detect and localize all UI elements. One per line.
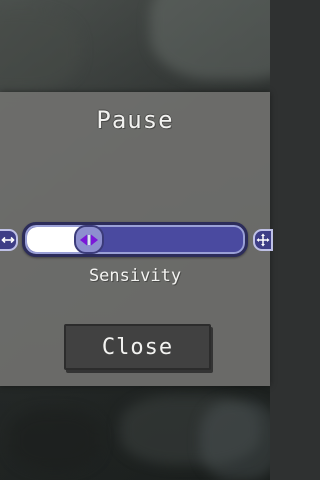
background-blur (150, 0, 270, 80)
left-right-arrows-icon (79, 234, 98, 245)
close-button[interactable]: Close (64, 324, 211, 370)
pause-title: Pause (96, 106, 174, 134)
background-blur (200, 400, 270, 480)
four-way-arrows-icon (253, 229, 273, 251)
sensitivity-slider[interactable] (22, 222, 248, 257)
background-blur (0, 10, 80, 90)
sensitivity-label: Sensivity (88, 266, 182, 286)
horizontal-arrows-icon (0, 229, 18, 251)
background-blur (10, 410, 100, 470)
slider-thumb[interactable] (73, 225, 104, 254)
